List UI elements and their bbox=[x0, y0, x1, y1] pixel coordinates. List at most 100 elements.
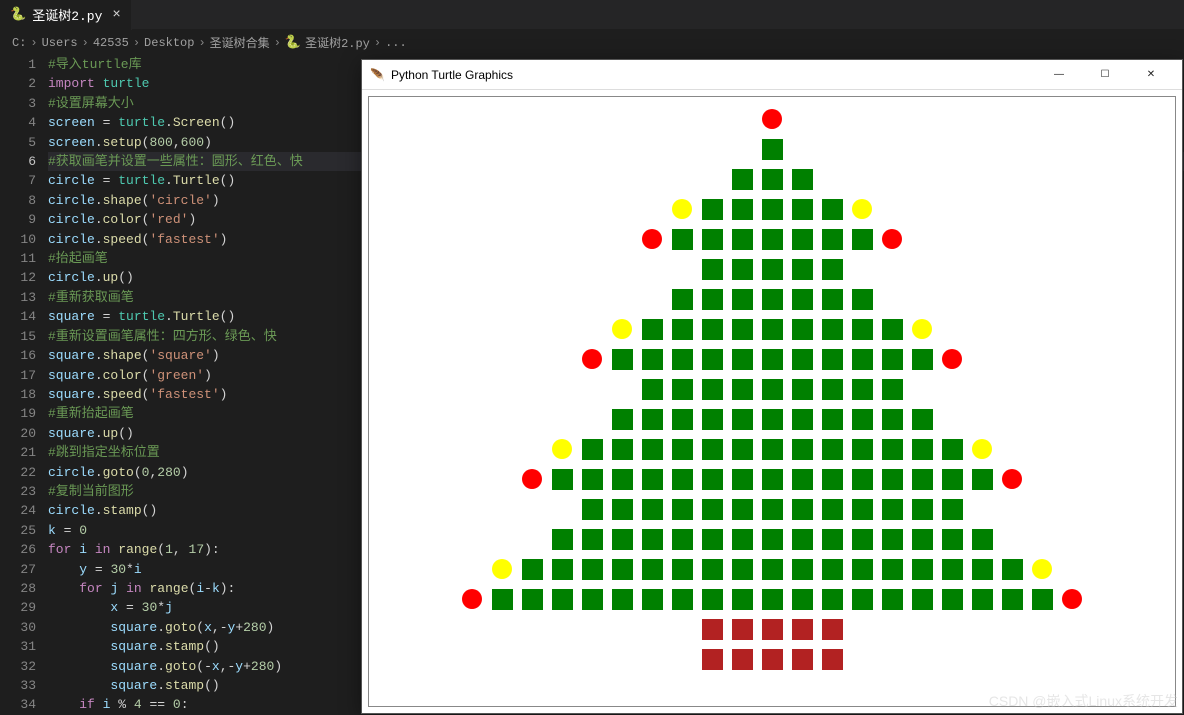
tab-filename: 圣诞树2.py bbox=[32, 5, 102, 24]
tree-square bbox=[852, 469, 873, 490]
tree-square bbox=[552, 589, 573, 610]
tree-square bbox=[912, 349, 933, 370]
breadcrumb-segment[interactable]: Desktop bbox=[144, 36, 194, 50]
maximize-button[interactable]: ☐ bbox=[1082, 60, 1128, 90]
tab-bar: 🐍 圣诞树2.py × bbox=[0, 0, 1184, 30]
window-title: Python Turtle Graphics bbox=[391, 68, 1036, 82]
ornament-dot bbox=[1002, 469, 1022, 489]
minimize-button[interactable]: — bbox=[1036, 60, 1082, 90]
tree-square bbox=[822, 589, 843, 610]
chevron-right-icon: › bbox=[274, 36, 281, 50]
tree-square bbox=[792, 619, 813, 640]
tree-square bbox=[972, 469, 993, 490]
tree-square bbox=[672, 499, 693, 520]
python-file-icon: 🐍 bbox=[10, 7, 26, 22]
tree-square bbox=[702, 469, 723, 490]
close-button[interactable]: ✕ bbox=[1128, 60, 1174, 90]
breadcrumb-segment[interactable]: ... bbox=[385, 36, 407, 50]
tree-square bbox=[762, 499, 783, 520]
editor-tab[interactable]: 🐍 圣诞树2.py × bbox=[0, 0, 132, 30]
tree-square bbox=[582, 469, 603, 490]
tree-square bbox=[732, 529, 753, 550]
tree-square bbox=[582, 589, 603, 610]
tree-square bbox=[612, 469, 633, 490]
tree-square bbox=[732, 409, 753, 430]
tree-square bbox=[612, 409, 633, 430]
tree-square bbox=[732, 439, 753, 460]
tree-square bbox=[822, 259, 843, 280]
tree-square bbox=[672, 349, 693, 370]
tree-square bbox=[642, 589, 663, 610]
tree-square bbox=[852, 319, 873, 340]
breadcrumb-segment[interactable]: Users bbox=[42, 36, 78, 50]
tree-square bbox=[852, 379, 873, 400]
ornament-dot bbox=[942, 349, 962, 369]
tree-square bbox=[582, 439, 603, 460]
tree-square bbox=[492, 589, 513, 610]
breadcrumb-segment[interactable]: C: bbox=[12, 36, 26, 50]
tree-square bbox=[762, 589, 783, 610]
tree-square bbox=[642, 469, 663, 490]
tree-square bbox=[882, 409, 903, 430]
breadcrumb-segment[interactable]: 42535 bbox=[93, 36, 129, 50]
tree-square bbox=[852, 229, 873, 250]
tree-square bbox=[702, 439, 723, 460]
tree-square bbox=[672, 589, 693, 610]
tree-square bbox=[792, 589, 813, 610]
tree-square bbox=[852, 409, 873, 430]
tree-square bbox=[762, 349, 783, 370]
tree-square bbox=[612, 349, 633, 370]
tree-square bbox=[702, 229, 723, 250]
tree-square bbox=[942, 469, 963, 490]
window-titlebar[interactable]: 🪶 Python Turtle Graphics — ☐ ✕ bbox=[362, 60, 1182, 90]
tree-square bbox=[822, 469, 843, 490]
tree-square bbox=[732, 289, 753, 310]
tree-square bbox=[762, 559, 783, 580]
tree-square bbox=[762, 169, 783, 190]
tree-square bbox=[822, 649, 843, 670]
tree-square bbox=[792, 349, 813, 370]
tree-square bbox=[642, 379, 663, 400]
tree-square bbox=[552, 559, 573, 580]
tree-square bbox=[642, 319, 663, 340]
tree-square bbox=[822, 379, 843, 400]
tree-square bbox=[942, 439, 963, 460]
tree-square bbox=[822, 619, 843, 640]
tree-square bbox=[522, 559, 543, 580]
tree-square bbox=[942, 589, 963, 610]
tree-square bbox=[972, 589, 993, 610]
tree-square bbox=[822, 559, 843, 580]
tree-square bbox=[672, 469, 693, 490]
tree-square bbox=[702, 379, 723, 400]
tree-square bbox=[822, 499, 843, 520]
tree-square bbox=[702, 349, 723, 370]
tree-square bbox=[612, 529, 633, 550]
tab-close-icon[interactable]: × bbox=[112, 7, 120, 23]
breadcrumb-segment[interactable]: 圣诞树2.py bbox=[305, 34, 370, 51]
tree-square bbox=[762, 319, 783, 340]
tree-square bbox=[732, 169, 753, 190]
tree-square bbox=[882, 439, 903, 460]
breadcrumb[interactable]: C: › Users › 42535 › Desktop › 圣诞树合集 › 🐍… bbox=[0, 30, 1184, 55]
tree-square bbox=[642, 409, 663, 430]
tree-square bbox=[732, 469, 753, 490]
ornament-dot bbox=[522, 469, 542, 489]
tree-square bbox=[762, 259, 783, 280]
chevron-right-icon: › bbox=[82, 36, 89, 50]
tree-square bbox=[702, 319, 723, 340]
tree-square bbox=[672, 229, 693, 250]
tree-square bbox=[822, 229, 843, 250]
line-gutter: 1234567891011121314151617181920212223242… bbox=[0, 55, 48, 714]
breadcrumb-segment[interactable]: 圣诞树合集 bbox=[210, 34, 270, 51]
ornament-dot bbox=[1062, 589, 1082, 609]
tree-square bbox=[672, 439, 693, 460]
ornament-dot bbox=[972, 439, 992, 459]
tree-square bbox=[732, 259, 753, 280]
tree-square bbox=[1002, 589, 1023, 610]
tree-square bbox=[612, 589, 633, 610]
tree-square bbox=[762, 229, 783, 250]
turtle-canvas bbox=[368, 96, 1176, 707]
tree-square bbox=[582, 499, 603, 520]
tree-square bbox=[792, 229, 813, 250]
tree-square bbox=[552, 469, 573, 490]
